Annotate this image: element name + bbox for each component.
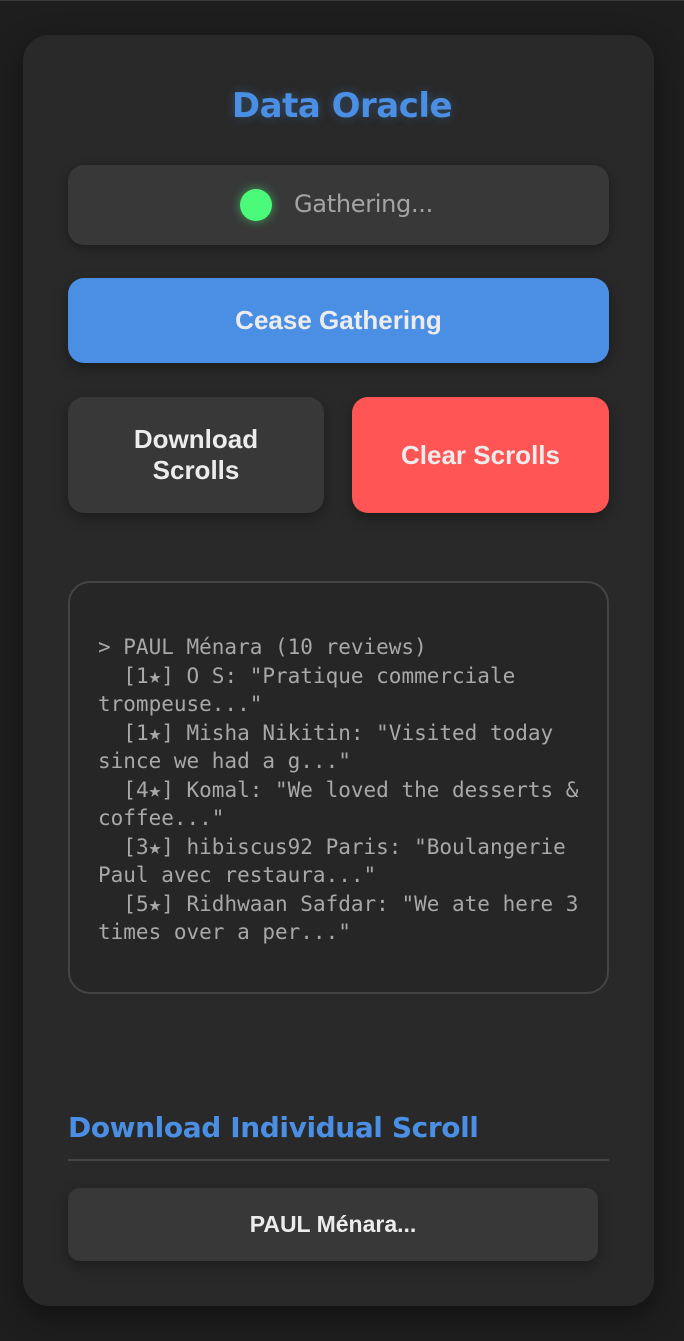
download-scrolls-button[interactable]: Download Scrolls (68, 397, 324, 513)
individual-scroll-heading: Download Individual Scroll (68, 1111, 479, 1144)
log-line: [5★] Ridhwaan Safdar: "We ate here 3 tim… (98, 891, 592, 945)
status-indicator: Gathering... (68, 165, 609, 245)
app-title: Data Oracle (231, 86, 453, 126)
log-line: [1★] O S: "Pratique commerciale trompeus… (98, 663, 528, 717)
download-scroll-item-button[interactable]: PAUL Ménara... (68, 1188, 598, 1261)
cease-gathering-button[interactable]: Cease Gathering (68, 278, 609, 363)
status-text: Gathering... (294, 190, 433, 218)
status-dot-icon (240, 189, 272, 221)
clear-scrolls-button[interactable]: Clear Scrolls (352, 397, 609, 513)
log-line: > PAUL Ménara (10 reviews) (98, 635, 427, 659)
log-line: [1★] Misha Nikitin: "Visited today since… (98, 720, 566, 774)
log-line: [4★] Komal: "We loved the desserts & cof… (98, 777, 592, 831)
log-output[interactable]: > PAUL Ménara (10 reviews) [1★] O S: "Pr… (68, 581, 609, 994)
log-line: [3★] hibiscus92 Paris: "Boulangerie Paul… (98, 834, 579, 888)
section-divider (68, 1159, 609, 1161)
window-top-edge (0, 0, 684, 1)
